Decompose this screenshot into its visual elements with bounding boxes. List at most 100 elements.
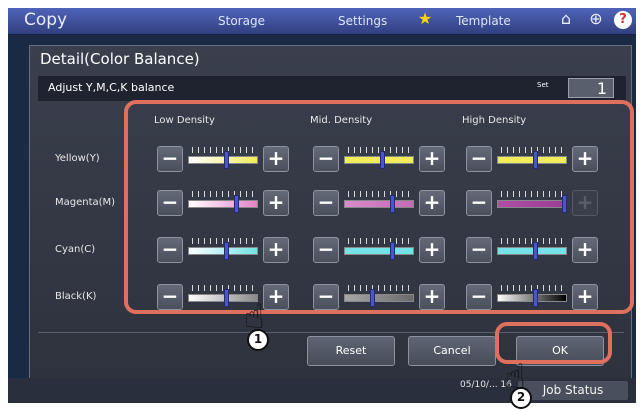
app-title: Copy [24, 10, 68, 30]
decrease-high-button[interactable]: − [466, 284, 492, 310]
high-density-slider[interactable] [497, 284, 567, 310]
slider-thumb[interactable] [533, 242, 538, 260]
high-density-slider[interactable] [497, 146, 567, 172]
increase-high-button[interactable]: + [572, 284, 598, 310]
cancel-button[interactable]: Cancel [408, 336, 496, 366]
slider-track [344, 247, 414, 255]
decrease-mid-button[interactable]: − [313, 284, 339, 310]
slider-thumb[interactable] [390, 242, 395, 260]
column-low-density: Low Density [154, 115, 215, 126]
slider-ticks [348, 238, 410, 244]
slider-track [188, 247, 258, 255]
slider-track [497, 247, 567, 255]
decrease-low-button[interactable]: − [157, 190, 183, 216]
slider-thumb[interactable] [533, 151, 538, 169]
low-density-slider[interactable] [188, 146, 258, 172]
callout-2: 2 [510, 387, 532, 409]
slider-ticks [348, 285, 410, 291]
slider-track [497, 294, 567, 302]
increase-mid-button[interactable]: + [419, 146, 445, 172]
slider-thumb[interactable] [224, 151, 229, 169]
slider-ticks [192, 191, 254, 197]
set-label: Set [537, 81, 549, 89]
slider-ticks [348, 191, 410, 197]
set-number-field[interactable]: 1 [568, 78, 614, 98]
row-label: Cyan(C) [55, 244, 96, 255]
slider-ticks [348, 147, 410, 153]
increase-low-button[interactable]: + [263, 237, 289, 263]
star-icon[interactable]: ★ [415, 9, 435, 29]
help-icon[interactable]: ? [614, 11, 632, 29]
slider-ticks [501, 147, 563, 153]
high-density-slider[interactable] [497, 190, 567, 216]
slider-track [344, 200, 414, 208]
decrease-high-button[interactable]: − [466, 190, 492, 216]
decrease-low-button[interactable]: − [157, 146, 183, 172]
slider-ticks [192, 147, 254, 153]
slider-thumb[interactable] [234, 195, 239, 213]
high-density-slider[interactable] [497, 237, 567, 263]
slider-thumb[interactable] [562, 195, 567, 213]
decrease-mid-button[interactable]: − [313, 146, 339, 172]
slider-thumb[interactable] [224, 242, 229, 260]
decrease-high-button[interactable]: − [466, 237, 492, 263]
callout-1: 1 [247, 329, 269, 351]
row-label: Yellow(Y) [55, 153, 100, 164]
divider [38, 332, 624, 333]
increase-high-button[interactable]: + [572, 237, 598, 263]
top-menu-bar: Copy Storage Settings ★ Template ⌂ ⊕ ? [8, 8, 636, 35]
column-mid-density: Mid. Density [310, 115, 373, 126]
slider-track [344, 156, 414, 164]
increase-high-button: + [572, 190, 598, 216]
slider-ticks [192, 285, 254, 291]
reset-button[interactable]: Reset [307, 336, 395, 366]
tab-template[interactable]: Template [456, 14, 511, 28]
decrease-high-button[interactable]: − [466, 146, 492, 172]
slider-thumb[interactable] [380, 151, 385, 169]
mid-density-slider[interactable] [344, 237, 414, 263]
mid-density-slider[interactable] [344, 284, 414, 310]
increase-mid-button[interactable]: + [419, 190, 445, 216]
increase-low-button[interactable]: + [263, 146, 289, 172]
low-density-slider[interactable] [188, 190, 258, 216]
tab-storage[interactable]: Storage [218, 14, 265, 28]
slider-thumb[interactable] [533, 289, 538, 307]
slider-ticks [501, 238, 563, 244]
slider-ticks [501, 191, 563, 197]
decrease-mid-button[interactable]: − [313, 237, 339, 263]
row-label: Magenta(M) [55, 197, 116, 208]
slider-thumb[interactable] [390, 195, 395, 213]
status-bar: 05/10/... 16 Job Status [8, 378, 636, 403]
slider-ticks [192, 238, 254, 244]
copier-screen: Copy Storage Settings ★ Template ⌂ ⊕ ? D… [8, 8, 636, 403]
slider-track [497, 200, 567, 208]
home-icon[interactable]: ⌂ [556, 9, 576, 29]
ok-button[interactable]: OK [516, 336, 604, 366]
slider-ticks [501, 285, 563, 291]
increase-mid-button[interactable]: + [419, 237, 445, 263]
decrease-mid-button[interactable]: − [313, 190, 339, 216]
increase-high-button[interactable]: + [572, 146, 598, 172]
job-status-button[interactable]: Job Status [518, 381, 628, 400]
tab-settings[interactable]: Settings [338, 14, 387, 28]
slider-thumb[interactable] [224, 289, 229, 307]
column-high-density: High Density [462, 115, 527, 126]
dialog-title: Detail(Color Balance) [40, 50, 200, 68]
row-label: Black(K) [55, 291, 97, 302]
slider-track [188, 156, 258, 164]
decrease-low-button[interactable]: − [157, 284, 183, 310]
slider-thumb[interactable] [370, 289, 375, 307]
increase-low-button[interactable]: + [263, 190, 289, 216]
increase-mid-button[interactable]: + [419, 284, 445, 310]
color-balance-dialog: Detail(Color Balance) Adjust Y,M,C,K bal… [29, 45, 632, 383]
globe-icon[interactable]: ⊕ [586, 9, 606, 29]
instruction-bar: Adjust Y,M,C,K balance Set 1 [38, 76, 626, 101]
slider-track [344, 294, 414, 302]
slider-track [188, 200, 258, 208]
increase-low-button[interactable]: + [263, 284, 289, 310]
mid-density-slider[interactable] [344, 146, 414, 172]
decrease-low-button[interactable]: − [157, 237, 183, 263]
low-density-slider[interactable] [188, 237, 258, 263]
instruction-text: Adjust Y,M,C,K balance [48, 81, 175, 94]
mid-density-slider[interactable] [344, 190, 414, 216]
